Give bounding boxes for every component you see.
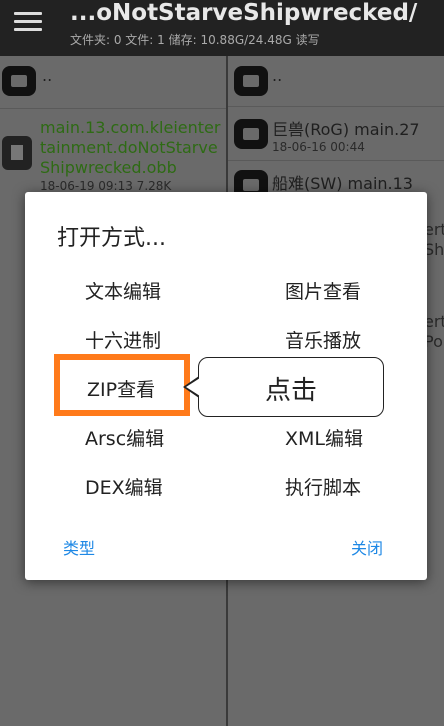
option-dex-editor[interactable]: DEX编辑 — [85, 473, 163, 500]
option-image-viewer[interactable]: 图片查看 — [285, 277, 361, 304]
parent-dir-label[interactable]: .. — [42, 66, 52, 85]
folder-name[interactable]: 巨兽(RoG) main.27 — [272, 116, 420, 140]
dialog-title: 打开方式... — [57, 226, 166, 251]
option-music-player[interactable]: 音乐播放 — [285, 326, 361, 353]
divider — [228, 106, 444, 107]
file-icon — [2, 136, 32, 170]
file-name-line3[interactable]: Shipwrecked.obb — [40, 158, 177, 178]
divider — [0, 108, 226, 109]
file-name-line2[interactable]: tainment.doNotStarve — [40, 138, 218, 158]
folder-icon — [234, 66, 268, 96]
file-meta: 18-06-19 09:13 7.28K — [40, 179, 172, 193]
type-button[interactable]: 类型 — [63, 535, 95, 559]
option-run-script[interactable]: 执行脚本 — [285, 473, 361, 500]
close-button[interactable]: 关闭 — [351, 535, 383, 559]
callout-pointer-fill — [186, 378, 200, 396]
storage-info: 文件夹: 0 文件: 1 储存: 10.88G/24.48G 读写 — [70, 33, 320, 47]
option-xml-editor[interactable]: XML编辑 — [285, 424, 363, 451]
option-text-editor[interactable]: 文本编辑 — [85, 277, 161, 304]
callout-text: 点击 — [264, 376, 317, 406]
partial-text: ert — [424, 220, 444, 239]
path-title: ...oNotStarveShipwrecked/ — [70, 0, 418, 26]
app-bar: ...oNotStarveShipwrecked/ 文件夹: 0 文件: 1 储… — [0, 0, 444, 56]
menu-icon[interactable] — [14, 12, 42, 32]
divider — [228, 160, 444, 161]
folder-name[interactable]: 船难(SW) main.13 — [272, 170, 413, 194]
tap-callout: 点击 — [183, 357, 384, 417]
folder-meta: 18-06-16 00:44 — [272, 140, 365, 154]
option-arsc-editor[interactable]: Arsc编辑 — [85, 424, 164, 451]
file-name-line1[interactable]: main.13.com.kleienter — [40, 118, 220, 138]
folder-icon — [2, 66, 36, 96]
partial-text: Sh — [424, 240, 444, 259]
zip-option-highlight — [54, 354, 190, 416]
parent-dir-label[interactable]: .. — [272, 66, 282, 85]
folder-icon — [234, 119, 268, 149]
partial-text: ert — [424, 312, 444, 331]
option-hex[interactable]: 十六进制 — [85, 326, 161, 353]
